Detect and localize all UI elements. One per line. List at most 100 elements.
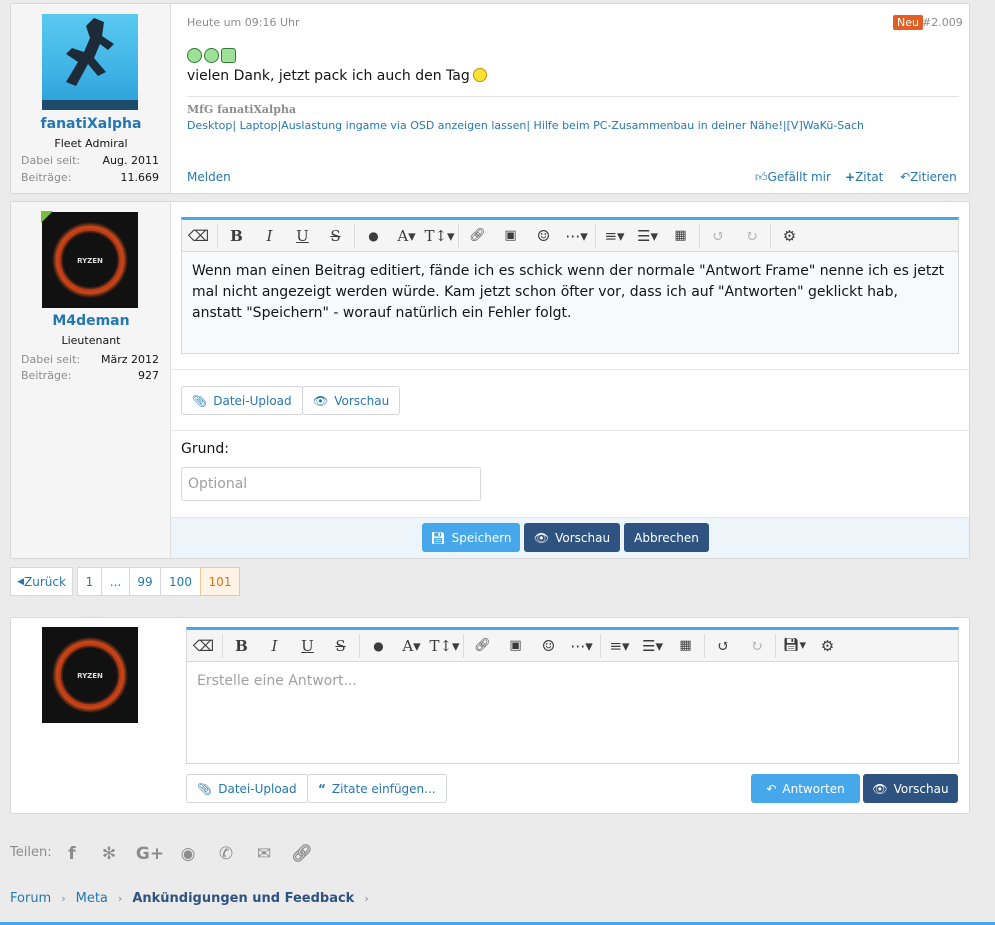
preview-button[interactable]: 👁︎ Vorschau [863,774,958,803]
page-1[interactable]: 1 [77,567,102,596]
italic-icon[interactable]: I [258,631,291,661]
align-icon[interactable]: ≡▾ [598,221,631,251]
eraser-icon[interactable]: ⌫ [182,221,215,251]
preview-label: Vorschau [334,393,390,408]
list-icon[interactable]: ☰▾ [631,221,664,251]
sig-link-desktop[interactable]: Desktop [187,119,232,132]
breadcrumb-announcements[interactable]: Ankündigungen und Feedback [132,891,354,906]
sig-link-wakue[interactable]: |[V]WaKü-Sach [783,119,864,132]
underline-icon[interactable]: U [291,631,324,661]
bold-icon[interactable]: B [220,221,253,251]
signature-links: Desktop| Laptop|Auslastung ingame via OS… [187,119,864,132]
more-icon[interactable]: ⋯▾ [560,221,593,251]
avatar-text: RYZEN [77,672,103,680]
report-link[interactable]: Melden [187,170,231,184]
quote-button[interactable]: +Zitat [845,170,883,184]
smiley-icon[interactable]: ☺ [527,221,560,251]
username[interactable]: fanatiXalpha [11,116,171,132]
settings-gear-icon[interactable]: ⚙ [773,221,806,251]
save-button[interactable]: 💾︎ Speichern [422,523,520,552]
link-icon[interactable]: 🔗︎ [461,221,494,251]
reason-input[interactable]: Optional [181,467,481,501]
reply-quote-button[interactable]: ↶Zitieren [900,170,957,184]
reddit-icon[interactable]: ◉ [176,842,200,866]
strikethrough-icon[interactable]: S [319,221,352,251]
undo-icon[interactable]: ↺ [707,631,740,661]
like-button[interactable]: 👍︎Gefällt mir [755,170,831,185]
color-drop-icon[interactable]: ● [362,631,395,661]
sig-link-help[interactable]: | Hilfe beim PC-Zusammenbau in deiner Nä… [526,119,783,132]
redo-icon[interactable]: ↻ [740,631,773,661]
redo-icon[interactable]: ↻ [735,221,768,251]
font-family-icon[interactable]: A▾ [390,221,423,251]
smiley-icon[interactable]: ☺ [532,631,565,661]
grin-smiley-icon [187,48,202,63]
breadcrumb-forum[interactable]: Forum [10,891,51,906]
font-family-icon[interactable]: A▾ [395,631,428,661]
link-icon[interactable]: 🔗︎ [290,842,314,866]
ryzen-logo-icon: RYZEN [52,222,128,298]
facebook-icon[interactable]: f [60,842,84,866]
post-date[interactable]: Heute um 09:16 Uhr [187,16,300,29]
avatar[interactable]: RYZEN [42,627,138,723]
page-101-current[interactable]: 101 [200,567,240,596]
cancel-button[interactable]: Abbrechen [624,523,709,552]
bold-icon[interactable]: B [225,631,258,661]
avatar[interactable]: RYZEN [41,211,138,308]
page-99[interactable]: 99 [129,567,161,596]
stat-value: 927 [138,369,159,382]
settings-gear-icon[interactable]: ⚙ [811,631,844,661]
reply-textarea[interactable]: Erstelle eine Antwort... [186,662,959,764]
list-icon[interactable]: ☰▾ [636,631,669,661]
table-icon[interactable]: ▦ [669,631,702,661]
smile-icon [472,68,487,82]
user-cell: RYZEN M4deman Lieutenant Dabei seit: Mär… [11,202,171,558]
image-icon[interactable]: ▣ [494,221,527,251]
link-icon[interactable]: 🔗︎ [466,631,499,661]
table-icon[interactable]: ▦ [664,221,697,251]
eye-icon: 👁︎ [533,530,550,545]
paperclip-icon: 📎︎ [197,781,213,796]
paperclip-icon: 📎︎ [192,393,208,408]
divider [171,430,969,431]
reply-button[interactable]: ↶ Antworten [751,774,860,803]
italic-icon[interactable]: I [253,221,286,251]
align-icon[interactable]: ≡▾ [603,631,636,661]
page-ellipsis[interactable]: ... [101,567,130,596]
username[interactable]: M4deman [11,313,171,329]
stat-value: Aug. 2011 [102,154,159,167]
reason-placeholder: Optional [188,476,248,492]
preview-button[interactable]: 👁︎ Vorschau [302,386,401,415]
page-100[interactable]: 100 [160,567,201,596]
more-icon[interactable]: ⋯▾ [565,631,598,661]
avatar[interactable] [42,14,138,110]
post-number[interactable]: #2.009 [922,16,963,29]
file-upload-button[interactable]: 📎︎ Datei-Upload [186,774,308,803]
usertitle: Fleet Admiral [54,137,128,150]
preview-dark-button[interactable]: 👁︎ Vorschau [524,523,620,552]
sig-link-osd[interactable]: |Auslastung ingame via OSD anzeigen lass… [277,119,526,132]
toolbar-separator [463,633,464,658]
font-size-icon[interactable]: T↕▾ [428,631,461,661]
pagination-back[interactable]: ◀ Zurück [10,567,73,596]
insert-quotes-button[interactable]: “ Zitate einfügen... [307,774,447,803]
whatsapp-icon[interactable]: ✆ [214,842,238,866]
breadcrumb-meta[interactable]: Meta [76,891,108,906]
undo-icon[interactable]: ↺ [702,221,735,251]
email-icon[interactable]: ✉ [252,842,276,866]
sig-link-laptop[interactable]: | Laptop [232,119,277,132]
underline-icon[interactable]: U [286,221,319,251]
toolbar-separator [699,223,700,248]
edit-textarea[interactable]: Wenn man einen Beitrag editiert, fände i… [181,252,959,354]
grin-smiley-icon [204,48,219,63]
font-size-icon[interactable]: T↕▾ [423,221,456,251]
google-plus-icon[interactable]: G+ [136,842,164,866]
drafts-icon[interactable]: 💾︎▾ [778,631,811,661]
color-drop-icon[interactable]: ● [357,221,390,251]
eraser-icon[interactable]: ⌫ [187,631,220,661]
twitter-icon[interactable]: ✻ [97,842,121,866]
file-upload-button[interactable]: 📎︎ Datei-Upload [181,386,303,415]
strikethrough-icon[interactable]: S [324,631,357,661]
image-icon[interactable]: ▣ [499,631,532,661]
back-label: Zurück [24,574,66,589]
